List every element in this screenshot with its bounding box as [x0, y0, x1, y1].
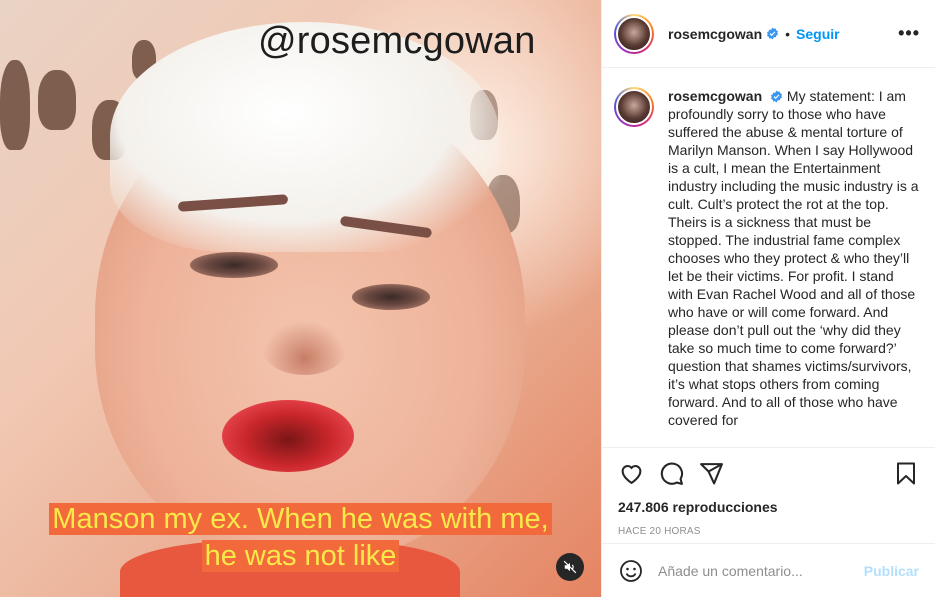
- caption-text-block: rosemcgowan My statement: I am profoundl…: [668, 87, 919, 429]
- caption-comment: rosemcgowan My statement: I am profoundl…: [614, 87, 919, 429]
- avatar[interactable]: [614, 13, 654, 54]
- add-comment-bar: Publicar: [602, 543, 935, 597]
- decoration: [38, 70, 76, 130]
- subtitle-line-2: he was not like: [0, 538, 601, 574]
- smiley-icon: [620, 559, 642, 582]
- post-comment-button[interactable]: Publicar: [864, 563, 919, 579]
- post-panel: rosemcgowan • Seguir ••• rosemcgowan My …: [601, 0, 935, 597]
- bookmark-icon: [897, 462, 915, 484]
- avatar[interactable]: [614, 87, 654, 127]
- views-count[interactable]: 247.806 reproducciones: [618, 498, 919, 516]
- like-button[interactable]: [618, 460, 644, 486]
- decoration: [0, 60, 30, 150]
- views-number: 247.806: [618, 499, 669, 515]
- heart-icon: [621, 464, 641, 484]
- follow-button[interactable]: Seguir: [796, 26, 840, 42]
- subtitle-text: Manson my ex. When he was with me,: [49, 503, 552, 535]
- caption-username[interactable]: rosemcgowan: [668, 88, 762, 104]
- mute-button[interactable]: [556, 553, 584, 581]
- views-label: reproducciones: [672, 499, 778, 515]
- verified-badge-icon: [771, 90, 782, 103]
- comment-button[interactable]: [658, 460, 684, 486]
- post-header: rosemcgowan • Seguir •••: [602, 0, 935, 68]
- avatar-image: [616, 89, 652, 125]
- separator: •: [785, 25, 791, 42]
- post-actions: 247.806 reproducciones Hace 20 horas: [602, 447, 935, 537]
- mouth: [222, 400, 354, 472]
- comment-icon: [660, 462, 683, 485]
- video-watermark: @rosemcgowan: [258, 20, 536, 62]
- caption-body: My statement: I am profoundly sorry to t…: [668, 88, 919, 428]
- paper-plane-icon: [699, 462, 723, 484]
- subtitle-line-1: Manson my ex. When he was with me,: [0, 501, 601, 537]
- subtitle-text: he was not like: [201, 540, 400, 572]
- action-icons: [618, 448, 919, 498]
- emoji-button[interactable]: [618, 558, 644, 584]
- eye: [352, 284, 430, 310]
- comment-input[interactable]: [658, 562, 856, 579]
- verified-badge-icon: [767, 27, 779, 40]
- nose: [262, 320, 347, 375]
- save-button[interactable]: [893, 460, 919, 486]
- video-player[interactable]: @rosemcgowan Manson my ex. When he was w…: [0, 0, 601, 597]
- share-button[interactable]: [698, 460, 724, 486]
- username-link[interactable]: rosemcgowan: [668, 26, 762, 42]
- eye: [190, 252, 278, 278]
- avatar-image: [616, 15, 652, 52]
- speaker-muted-icon: [563, 560, 577, 574]
- more-options-button[interactable]: •••: [898, 23, 920, 44]
- post-timestamp[interactable]: Hace 20 horas: [618, 526, 919, 537]
- comments-section[interactable]: rosemcgowan My statement: I am profoundl…: [602, 69, 935, 447]
